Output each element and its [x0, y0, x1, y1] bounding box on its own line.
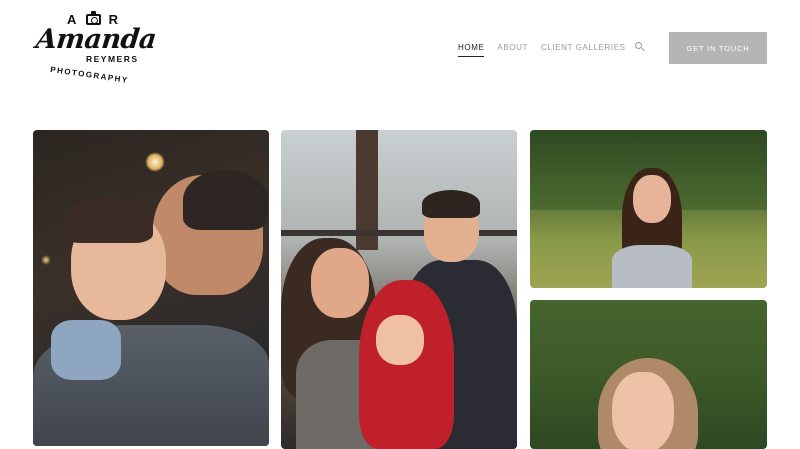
logo-script-name: Amanda	[34, 24, 158, 55]
girl-face	[376, 315, 424, 365]
woman-top	[612, 245, 692, 288]
father-hair	[183, 170, 268, 230]
site-logo[interactable]: A R Amanda REYMERS PHOTOGRAPHY	[34, 10, 158, 88]
bokeh-light-small	[41, 255, 51, 265]
search-icon[interactable]	[634, 41, 646, 53]
boy-shirt	[51, 320, 121, 380]
gallery-photo-woman-field[interactable]	[530, 130, 767, 288]
woman-face	[633, 175, 671, 223]
logo-line-1: REYMERS	[86, 54, 139, 64]
main-nav: HOME ABOUT CLIENT GALLERIES	[458, 43, 626, 57]
nav-about[interactable]: ABOUT	[497, 43, 528, 57]
woman-face	[612, 372, 674, 449]
bokeh-light	[145, 152, 165, 172]
nav-home[interactable]: HOME	[458, 43, 485, 57]
boy-hair	[422, 190, 480, 218]
search-handle	[641, 47, 645, 52]
get-in-touch-button[interactable]: GET IN TOUCH	[669, 32, 767, 64]
boy-hair	[63, 198, 153, 243]
logo-line-2: PHOTOGRAPHY	[49, 65, 130, 85]
gallery-photo-woman-portrait[interactable]	[530, 300, 767, 449]
gallery-photo-family[interactable]	[281, 130, 517, 449]
fence-rail	[281, 230, 517, 236]
nav-client-galleries[interactable]: CLIENT GALLERIES	[541, 43, 626, 57]
gallery-photo-father-son[interactable]	[33, 130, 269, 446]
mother-face	[311, 248, 369, 318]
